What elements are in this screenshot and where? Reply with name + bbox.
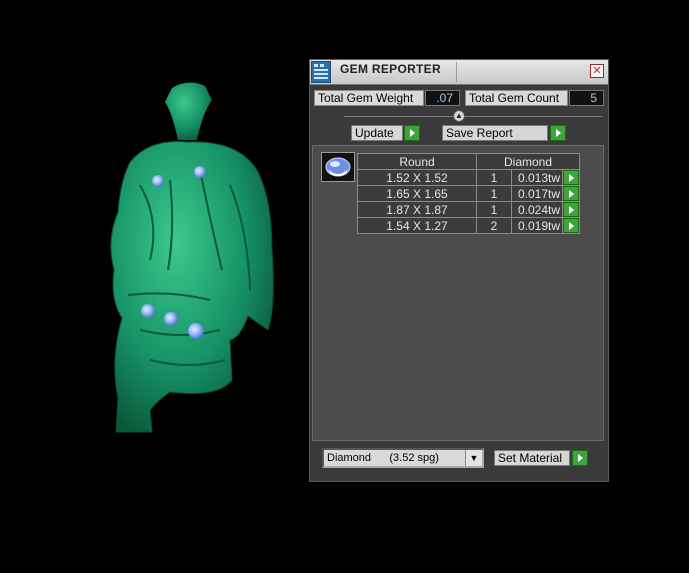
set-material-button[interactable]: Set Material — [494, 450, 570, 466]
pendant-model — [110, 82, 274, 433]
gem-stone — [164, 312, 178, 326]
gem-size: 1.87 X 1.87 — [357, 201, 477, 218]
model-viewport[interactable] — [0, 0, 308, 568]
gem-reporter-panel: GEM REPORTER ✕ Total Gem Weight .07 Tota… — [309, 59, 609, 482]
total-gem-weight-label: Total Gem Weight — [314, 90, 424, 106]
gem-size: 1.65 X 1.65 — [357, 185, 477, 202]
gem-stone — [152, 175, 164, 187]
material-selected-value: Diamond (3.52 spg) — [327, 452, 439, 464]
total-gem-weight-value: .07 — [425, 90, 460, 106]
slider-handle[interactable]: ▲ — [453, 110, 465, 122]
gem-table: Round Diamond 1.52 X 1.52 1 0.013tw 1.65… — [357, 153, 580, 234]
total-gem-count-value: 5 — [569, 90, 604, 106]
table-row[interactable]: 1.87 X 1.87 1 0.024tw — [357, 201, 580, 218]
set-material-go-button[interactable] — [572, 450, 588, 466]
gem-weight: 0.024tw — [511, 201, 563, 218]
gem-qty: 1 — [476, 201, 512, 218]
gem-size: 1.52 X 1.52 — [357, 169, 477, 186]
row-go-button[interactable] — [563, 186, 579, 201]
title-bar[interactable]: GEM REPORTER ✕ — [310, 60, 608, 85]
gem-reporter-icon — [311, 61, 331, 83]
row-go-button[interactable] — [563, 202, 579, 217]
gem-list-area: Round Diamond 1.52 X 1.52 1 0.013tw 1.65… — [312, 145, 604, 441]
save-report-go-button[interactable] — [550, 125, 566, 141]
panel-title: GEM REPORTER — [340, 62, 441, 76]
gem-stone — [188, 323, 204, 339]
gem-qty: 2 — [476, 217, 512, 234]
update-button[interactable]: Update — [351, 125, 403, 141]
gem-weight: 0.019tw — [511, 217, 563, 234]
gem-size: 1.54 X 1.27 — [357, 217, 477, 234]
column-header-diamond: Diamond — [476, 153, 580, 170]
close-icon[interactable]: ✕ — [590, 64, 604, 78]
gem-qty: 1 — [476, 185, 512, 202]
gem-stone — [194, 166, 206, 178]
gem-thumbnail-icon[interactable] — [321, 152, 355, 182]
row-go-button[interactable] — [563, 170, 579, 185]
gem-stone — [141, 304, 155, 318]
chevron-down-icon[interactable]: ▼ — [465, 450, 482, 466]
title-divider — [456, 62, 457, 82]
column-header-round: Round — [357, 153, 477, 170]
gem-weight: 0.017tw — [511, 185, 563, 202]
material-dropdown[interactable]: Diamond (3.52 spg) ▼ — [322, 448, 484, 468]
gem-table-header: Round Diamond — [357, 153, 580, 170]
table-row[interactable]: 1.52 X 1.52 1 0.013tw — [357, 169, 580, 186]
gem-qty: 1 — [476, 169, 512, 186]
update-go-button[interactable] — [404, 125, 420, 141]
row-go-button[interactable] — [563, 218, 579, 233]
gem-weight: 0.013tw — [511, 169, 563, 186]
save-report-button[interactable]: Save Report — [442, 125, 548, 141]
table-row[interactable]: 1.54 X 1.27 2 0.019tw — [357, 217, 580, 234]
total-gem-count-label: Total Gem Count — [465, 90, 568, 106]
slider-track[interactable] — [344, 116, 602, 117]
table-row[interactable]: 1.65 X 1.65 1 0.017tw — [357, 185, 580, 202]
